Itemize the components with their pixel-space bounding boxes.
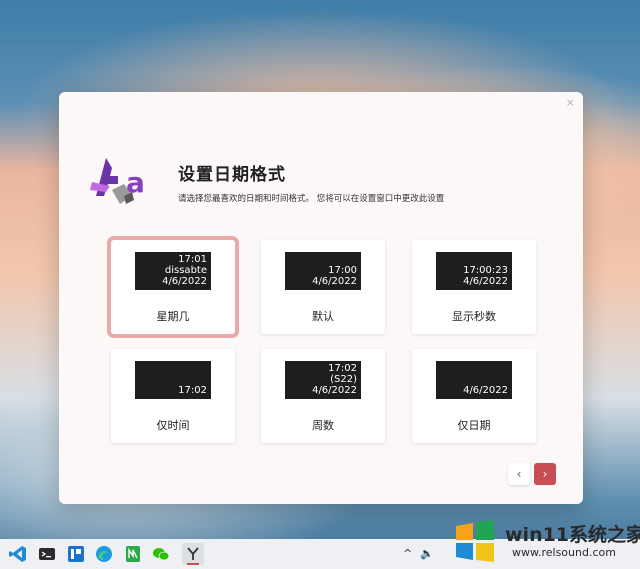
format-card-week-number[interactable]: 17:02 (S22) 4/6/2022 周数 (261, 349, 385, 443)
preview-line: 4/6/2022 (463, 385, 508, 396)
wechat-icon[interactable] (152, 545, 170, 563)
app-y-icon[interactable] (182, 543, 204, 565)
format-card-time-only[interactable]: 17:02 仅时间 (111, 349, 235, 443)
format-preview: 17:00:23 4/6/2022 (436, 252, 512, 290)
app-logo: a (90, 158, 145, 204)
format-card-date-only[interactable]: 4/6/2022 仅日期 (412, 349, 536, 443)
preview-line: dissabte (164, 265, 207, 276)
vscode-icon[interactable] (9, 545, 27, 563)
kanban-icon[interactable] (67, 545, 85, 563)
preview-line: 17:02 (328, 363, 357, 374)
chevron-up-icon[interactable]: ^ (403, 547, 412, 560)
format-card-default[interactable]: 17:00 4/6/2022 默认 (261, 240, 385, 334)
edge-icon[interactable] (95, 545, 113, 563)
preview-line: 4/6/2022 (162, 276, 207, 287)
format-card-weekday[interactable]: 17:01 dissabte 4/6/2022 星期几 (111, 240, 235, 334)
format-card-seconds[interactable]: 17:00:23 4/6/2022 显示秒数 (412, 240, 536, 334)
date-format-dialog: × a 设置日期格式 请选择您最喜欢的日期和时间格式。 您将可以在设置窗口中更改… (59, 92, 583, 504)
next-button[interactable]: › (534, 463, 556, 485)
preview-line: 17:02 (178, 385, 207, 396)
previous-button[interactable]: ‹ (508, 463, 530, 485)
format-preview: 17:02 (S22) 4/6/2022 (285, 361, 361, 399)
preview-line: 17:00:23 (463, 265, 508, 276)
page-title: 设置日期格式 (178, 165, 286, 185)
preview-line: 4/6/2022 (463, 276, 508, 287)
preview-line: 4/6/2022 (312, 276, 357, 287)
format-preview: 17:02 (135, 361, 211, 399)
preview-line: 17:00 (328, 265, 357, 276)
format-preview: 17:01 dissabte 4/6/2022 (135, 252, 211, 290)
preview-line: 17:01 (178, 254, 207, 265)
card-label: 星期几 (156, 310, 190, 323)
card-label: 周数 (312, 419, 334, 432)
windows-logo-icon (456, 520, 494, 562)
card-label: 显示秒数 (452, 310, 496, 323)
watermark-title: win11系统之家 (505, 524, 640, 546)
terminal-icon[interactable] (38, 545, 56, 563)
card-label: 仅时间 (156, 419, 190, 432)
page-subtitle: 请选择您最喜欢的日期和时间格式。 您将可以在设置窗口中更改此设置 (178, 194, 445, 204)
volume-icon[interactable]: 🔈 (420, 547, 434, 560)
card-label: 默认 (312, 310, 334, 323)
watermark-url: www.relsound.com (512, 546, 616, 559)
close-icon[interactable]: × (566, 96, 575, 109)
watermark: win11系统之家 www.relsound.com (446, 514, 640, 566)
notepad-icon[interactable] (124, 545, 142, 563)
format-preview: 17:00 4/6/2022 (285, 252, 361, 290)
card-label: 仅日期 (457, 419, 491, 432)
format-preview: 4/6/2022 (436, 361, 512, 399)
preview-line: (S22) 4/6/2022 (312, 374, 357, 396)
